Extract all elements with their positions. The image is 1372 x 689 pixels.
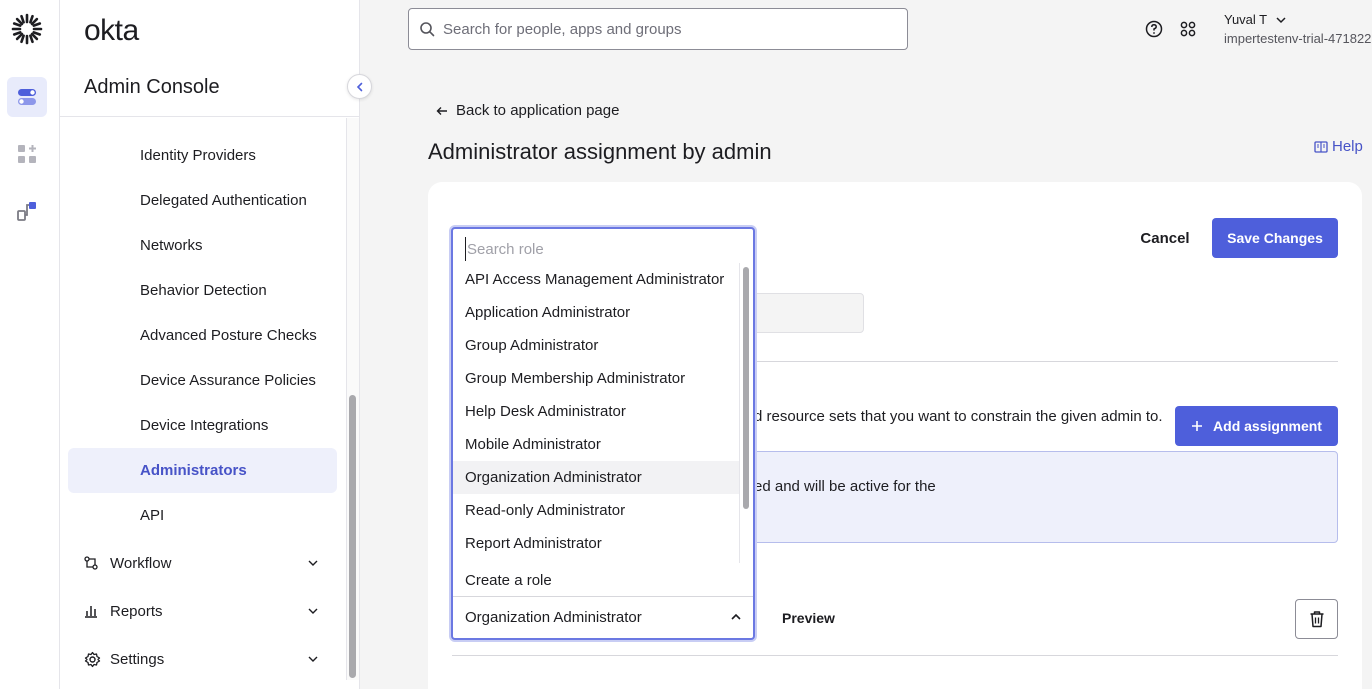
role-list-scrollbar-thumb[interactable] xyxy=(743,267,749,509)
nav-divider xyxy=(60,116,360,117)
assignment-description: d resource sets that you want to constra… xyxy=(754,408,1163,425)
bar-chart-icon xyxy=(84,604,104,618)
icon-rail xyxy=(0,0,60,689)
sidebar-group-reports[interactable]: Reports xyxy=(84,596,324,626)
role-option[interactable]: Help Desk Administrator xyxy=(453,395,739,428)
user-org: impertestenv-trial-471822 xyxy=(1224,31,1372,46)
global-search[interactable] xyxy=(408,8,908,50)
role-option[interactable]: Mobile Administrator xyxy=(453,428,739,461)
okta-wordmark[interactable]: okta xyxy=(84,14,139,48)
add-assignment-label: Add assignment xyxy=(1213,418,1322,434)
save-changes-button[interactable]: Save Changes xyxy=(1212,218,1338,258)
book-icon xyxy=(1314,140,1328,153)
sidebar-item-api[interactable]: API xyxy=(68,493,337,538)
role-options-list: API Access Management Administrator Appl… xyxy=(453,263,739,560)
role-option[interactable]: Group Membership Administrator xyxy=(453,362,739,395)
page-title: Administrator assignment by admin xyxy=(428,139,772,164)
role-option[interactable]: Group Administrator xyxy=(453,329,739,362)
sidebar-item-delegated-authentication[interactable]: Delegated Authentication xyxy=(68,178,337,223)
side-nav: okta Admin Console Identity Providers De… xyxy=(60,0,372,689)
sidebar-item-device-integrations[interactable]: Device Integrations xyxy=(68,403,337,448)
role-option[interactable]: Report Administrator xyxy=(453,527,739,560)
add-assignment-button[interactable]: Add assignment xyxy=(1175,406,1338,446)
sidebar-group-settings[interactable]: Settings xyxy=(84,644,324,674)
gear-icon xyxy=(84,651,104,668)
sidebar-item-identity-providers[interactable]: Identity Providers xyxy=(68,133,337,178)
sidebar-item-networks[interactable]: Networks xyxy=(68,223,337,268)
sidebar-group-label: Workflow xyxy=(110,554,172,572)
toggle-icon xyxy=(18,89,36,105)
help-icon[interactable] xyxy=(1144,19,1164,39)
chevron-up-icon xyxy=(731,613,741,620)
rail-workflow-button[interactable] xyxy=(7,191,47,231)
rail-directory-button[interactable] xyxy=(7,77,47,117)
role-search-input[interactable] xyxy=(465,237,735,261)
chevron-left-icon xyxy=(356,82,362,91)
selected-role-label: Organization Administrator xyxy=(465,609,642,626)
preview-link[interactable]: Preview xyxy=(782,610,835,626)
trash-icon xyxy=(1310,611,1323,628)
role-option-highlighted[interactable]: Organization Administrator xyxy=(453,461,739,494)
back-link-label: Back to application page xyxy=(456,102,620,119)
sidebar-item-advanced-posture-checks[interactable]: Advanced Posture Checks xyxy=(68,313,337,358)
delete-assignment-button[interactable] xyxy=(1295,599,1338,639)
user-menu[interactable]: Yuval T xyxy=(1224,12,1287,27)
plus-icon xyxy=(1192,421,1203,431)
arrow-left-icon xyxy=(436,106,447,115)
okta-sunburst-logo[interactable] xyxy=(10,12,44,46)
role-option[interactable]: Read-only Administrator xyxy=(453,494,739,527)
back-to-application-link[interactable]: Back to application page xyxy=(436,102,619,119)
collapse-nav-button[interactable] xyxy=(347,74,372,99)
role-select-value[interactable]: Organization Administrator xyxy=(453,597,753,638)
search-input[interactable] xyxy=(443,20,883,38)
chevron-down-icon xyxy=(308,656,318,662)
role-select-dropdown[interactable]: API Access Management Administrator Appl… xyxy=(451,227,755,640)
row-divider xyxy=(452,655,1338,656)
apps-plus-icon xyxy=(18,145,36,163)
app-switcher-icon[interactable] xyxy=(1178,19,1198,39)
sidebar-item-device-assurance-policies[interactable]: Device Assurance Policies xyxy=(68,358,337,403)
help-link[interactable]: Help xyxy=(1314,138,1363,155)
workflow-icon xyxy=(84,556,104,570)
chevron-down-icon xyxy=(308,608,318,614)
help-label: Help xyxy=(1332,138,1363,155)
chevron-down-icon xyxy=(1276,16,1286,23)
user-name: Yuval T xyxy=(1224,12,1268,27)
security-nav-list: Identity Providers Delegated Authenticat… xyxy=(60,133,345,538)
workflow-icon xyxy=(17,202,36,221)
chevron-down-icon xyxy=(308,560,318,566)
sidebar-item-administrators[interactable]: Administrators xyxy=(68,448,337,493)
role-option[interactable]: Application Administrator xyxy=(453,296,739,329)
rail-apps-button[interactable] xyxy=(7,134,47,174)
sidebar-item-behavior-detection[interactable]: Behavior Detection xyxy=(68,268,337,313)
sidebar-group-label: Settings xyxy=(110,650,165,668)
nav-scrollbar-thumb[interactable] xyxy=(349,395,356,678)
search-icon xyxy=(419,21,435,37)
sidebar-group-workflow[interactable]: Workflow xyxy=(84,548,324,578)
console-title: Admin Console xyxy=(84,76,220,98)
role-option[interactable]: API Access Management Administrator xyxy=(453,263,739,296)
admin-field[interactable] xyxy=(740,293,864,333)
cancel-button[interactable]: Cancel xyxy=(1128,218,1202,258)
info-callout-text: ed and will be active for the xyxy=(754,478,936,495)
create-role-option[interactable]: Create a role xyxy=(465,572,552,589)
sidebar-group-label: Reports xyxy=(110,602,163,620)
